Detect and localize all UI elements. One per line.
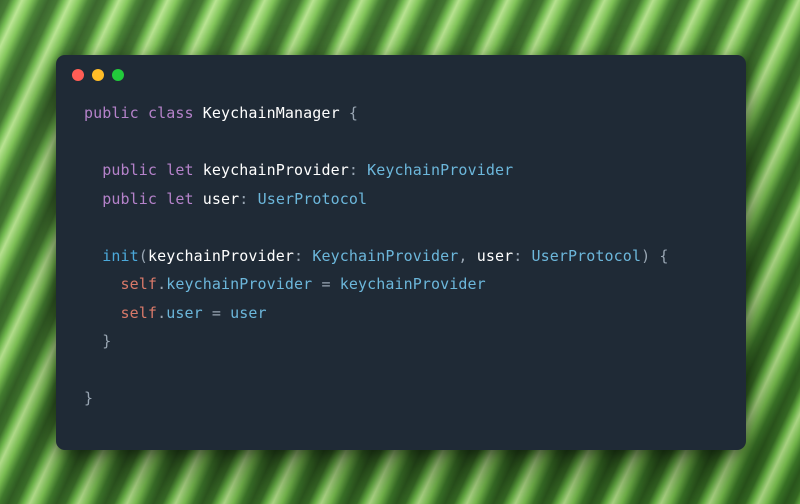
code-line: } (84, 332, 111, 350)
code-line: self.keychainProvider = keychainProvider (84, 275, 486, 293)
code-line: } (84, 389, 93, 407)
desktop-background: public class KeychainManager { public le… (0, 0, 800, 504)
property-ref: user (166, 304, 203, 322)
param-label: user (477, 247, 514, 265)
argument-ref: user (230, 304, 267, 322)
argument-ref: keychainProvider (340, 275, 486, 293)
assign: = (212, 304, 221, 322)
brace: } (84, 389, 93, 407)
property-ref: keychainProvider (166, 275, 312, 293)
comma: , (458, 247, 467, 265)
type-name: UserProtocol (258, 190, 368, 208)
code-line: self.user = user (84, 304, 267, 322)
dot: . (157, 304, 166, 322)
code-editor-window: public class KeychainManager { public le… (56, 55, 746, 450)
property-name: keychainProvider (203, 161, 349, 179)
code-area[interactable]: public class KeychainManager { public le… (56, 95, 746, 450)
type-name: UserProtocol (532, 247, 642, 265)
colon: : (294, 247, 303, 265)
keyword: public (102, 161, 157, 179)
minimize-icon[interactable] (92, 69, 104, 81)
self-keyword: self (121, 304, 158, 322)
code-line: public class KeychainManager { (84, 104, 358, 122)
keyword: public (102, 190, 157, 208)
param-label: keychainProvider (148, 247, 294, 265)
function-name: init (102, 247, 139, 265)
brace: { (659, 247, 668, 265)
brace: { (349, 104, 358, 122)
dot: . (157, 275, 166, 293)
colon: : (513, 247, 522, 265)
code-line: public let user: UserProtocol (84, 190, 367, 208)
code-line: init(keychainProvider: KeychainProvider,… (84, 247, 669, 265)
colon: : (349, 161, 358, 179)
keyword: public (84, 104, 139, 122)
keyword: let (166, 190, 193, 208)
colon: : (239, 190, 248, 208)
type-name: KeychainProvider (312, 247, 458, 265)
paren: ) (641, 247, 650, 265)
paren: ( (139, 247, 148, 265)
keyword: class (148, 104, 194, 122)
class-name: KeychainManager (203, 104, 340, 122)
window-titlebar (56, 55, 746, 95)
property-name: user (203, 190, 240, 208)
close-icon[interactable] (72, 69, 84, 81)
keyword: let (166, 161, 193, 179)
assign: = (321, 275, 330, 293)
self-keyword: self (121, 275, 158, 293)
type-name: KeychainProvider (367, 161, 513, 179)
code-line: public let keychainProvider: KeychainPro… (84, 161, 513, 179)
brace: } (102, 332, 111, 350)
zoom-icon[interactable] (112, 69, 124, 81)
